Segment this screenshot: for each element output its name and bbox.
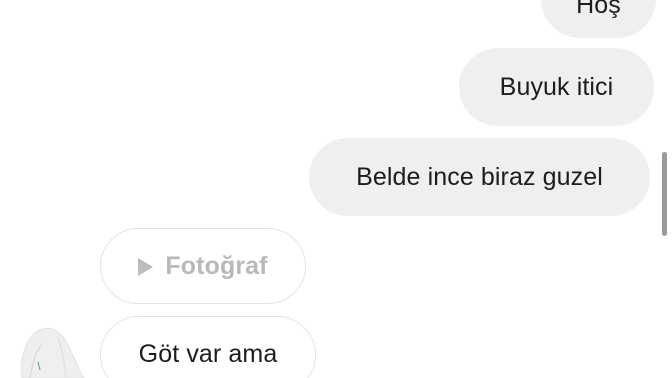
sent-message[interactable]: Buyuk itici [459,48,654,126]
received-message[interactable]: Göt var ama [100,316,316,378]
photo-label: Fotoğraf [165,251,268,280]
sent-message[interactable]: Belde ince biraz guzel [309,138,650,216]
scrollbar[interactable] [662,152,667,236]
message-text: Göt var ama [138,340,278,368]
message-text: Hoş [576,0,621,19]
message-text: Buyuk itici [499,72,614,101]
chat-thread: Hoş Buyuk itici Belde ince biraz guzel F… [0,0,672,378]
play-icon [138,257,154,276]
avatar-icon[interactable] [0,318,100,378]
sent-message[interactable]: Hoş [541,0,656,38]
message-text: Belde ince biraz guzel [356,162,603,191]
photo-message[interactable]: Fotoğraf [100,228,306,304]
